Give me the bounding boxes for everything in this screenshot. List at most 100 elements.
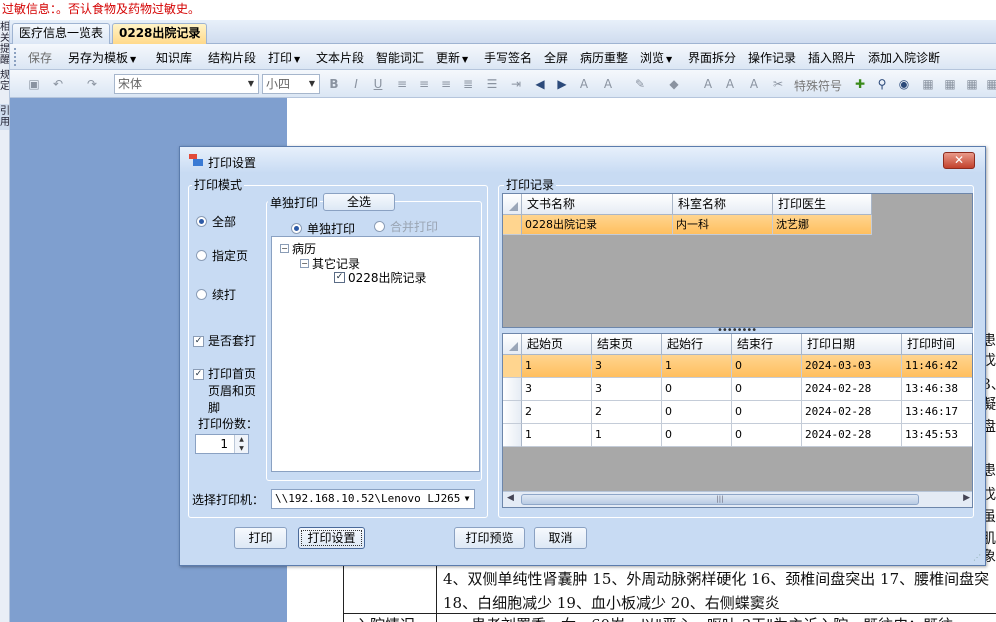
align-left-icon[interactable]: ≡ <box>394 76 410 92</box>
column-header[interactable]: 起始行 <box>662 334 732 355</box>
save-icon[interactable]: ▣ <box>26 76 42 92</box>
binoculars-icon[interactable]: ◉ <box>896 76 912 92</box>
column-header[interactable]: 起始页 <box>522 334 592 355</box>
table-cell[interactable]: 0 <box>662 424 732 447</box>
menu-structure-fragment[interactable]: 结构片段 <box>208 49 256 66</box>
menu-insert-photo[interactable]: 插入照片 <box>808 49 856 66</box>
table-cell[interactable]: 0 <box>732 378 802 401</box>
select-all-button[interactable]: 全选 <box>323 193 395 211</box>
radio-single-print[interactable]: 单独打印 <box>291 220 355 237</box>
table-cell[interactable]: 3 <box>592 378 662 401</box>
font-name-select[interactable]: 宋体 ▼ <box>114 74 259 94</box>
print-preview-button[interactable]: 打印预览 <box>454 527 525 549</box>
dialog-title-bar[interactable]: 打印设置 ✕ <box>180 147 985 173</box>
table-cell[interactable]: 内一科 <box>673 215 773 235</box>
menu-operation-log[interactable]: 操作记录 <box>748 49 796 66</box>
menu-browse[interactable]: 浏览 ▼ <box>640 49 672 66</box>
underline-icon[interactable]: U <box>370 76 386 92</box>
font-color-icon[interactable]: A <box>576 76 592 92</box>
table-cell[interactable]: 13:46:17 <box>902 401 972 424</box>
tree-node-discharge-record[interactable]: ✓ 0228出院记录 <box>334 269 427 286</box>
undo-icon[interactable]: ↶ <box>50 76 66 92</box>
table-cell[interactable]: 13:46:38 <box>902 378 972 401</box>
subscript-icon[interactable]: A <box>746 76 762 92</box>
row-header[interactable] <box>503 355 522 378</box>
column-header[interactable]: 结束页 <box>592 334 662 355</box>
menu-save-as-template[interactable]: 另存为模板 ▼ <box>68 49 136 66</box>
radio-continue-print[interactable]: 续打 <box>196 286 236 303</box>
indent-icon[interactable]: ⇥ <box>508 76 524 92</box>
close-button[interactable]: ✕ <box>943 152 975 169</box>
collapse-icon[interactable]: − <box>300 259 309 268</box>
horizontal-scrollbar[interactable]: ◀ ||| ▶ <box>503 491 972 507</box>
menu-record-reorganize[interactable]: 病历重整 <box>580 49 628 66</box>
scrollbar-thumb[interactable]: ||| <box>521 494 919 505</box>
indent-decrease-icon[interactable]: ◀ <box>532 76 548 92</box>
align-right-icon[interactable]: ≡ <box>438 76 454 92</box>
record-tree[interactable]: − 病历 − 其它记录 ✓ 0228出院记录 <box>271 236 480 472</box>
table-cell[interactable]: 0228出院记录 <box>522 215 673 235</box>
overlay-print-checkbox[interactable]: ✓ 是否套打 <box>193 333 256 350</box>
table-cell[interactable]: 2024-02-28 <box>802 424 902 447</box>
copies-stepper[interactable]: 1 ▲ ▼ <box>195 434 249 454</box>
menu-handwritten-signature[interactable]: 手写签名 <box>484 49 532 66</box>
radio-specified-pages[interactable]: 指定页 <box>196 247 248 264</box>
menu-print[interactable]: 打印 ▼ <box>268 49 300 66</box>
table-cell[interactable]: 沈艺娜 <box>773 215 872 235</box>
menu-save[interactable]: 保存 <box>28 49 52 66</box>
table-insert-icon[interactable]: ▦ <box>920 76 936 92</box>
table-cell[interactable]: 13:45:53 <box>902 424 972 447</box>
spin-arrows-icon[interactable]: ▲ ▼ <box>234 435 248 453</box>
scroll-right-icon[interactable]: ▶ <box>963 493 970 503</box>
special-symbol-button[interactable]: 特殊符号 <box>794 77 842 94</box>
column-header[interactable]: 打印时间 <box>902 334 972 355</box>
cancel-button[interactable]: 取消 <box>534 527 587 549</box>
grid-corner[interactable] <box>503 334 522 355</box>
column-header[interactable]: 打印医生 <box>773 194 872 215</box>
table-cell[interactable]: 3 <box>592 355 662 378</box>
superscript-icon[interactable]: A <box>722 76 738 92</box>
table-cell[interactable]: 2024-02-28 <box>802 378 902 401</box>
redo-icon[interactable]: ↷ <box>84 76 100 92</box>
column-header[interactable]: 结束行 <box>732 334 802 355</box>
table-merge-icon[interactable]: ▦ <box>964 76 980 92</box>
table-delete-icon[interactable]: ▦ <box>942 76 958 92</box>
clear-format-icon[interactable]: A <box>700 76 716 92</box>
row-header[interactable] <box>503 401 522 424</box>
table-cell[interactable]: 2 <box>592 401 662 424</box>
table-cell[interactable]: 1 <box>662 355 732 378</box>
table-cell[interactable]: 0 <box>662 378 732 401</box>
table-cell[interactable]: 1 <box>522 355 592 378</box>
print-records-grid[interactable]: 文书名称 科室名称 打印医生 0228出院记录 内一科 沈艺娜 <box>502 193 973 328</box>
new-icon[interactable]: ✚ <box>852 76 868 92</box>
side-tab-reference[interactable]: 引用 <box>0 104 9 130</box>
table-cell[interactable]: 11:46:42 <box>902 355 972 378</box>
menu-update[interactable]: 更新 ▼ <box>436 49 468 66</box>
table-cell[interactable]: 0 <box>732 401 802 424</box>
print-button[interactable]: 打印 <box>234 527 287 549</box>
menu-text-fragment[interactable]: 文本片段 <box>316 49 364 66</box>
side-tab-reminders[interactable]: 相关提醒 <box>0 20 9 68</box>
table-cell[interactable]: 0 <box>732 355 802 378</box>
italic-icon[interactable]: I <box>348 76 364 92</box>
tab-discharge-record[interactable]: 0228出院记录 <box>112 23 208 44</box>
menubar-grip[interactable] <box>14 48 17 66</box>
row-header[interactable] <box>503 378 522 401</box>
radio-all-pages[interactable]: 全部 <box>196 213 236 230</box>
row-header[interactable] <box>503 215 522 235</box>
scroll-left-icon[interactable]: ◀ <box>507 493 514 503</box>
table-cell[interactable]: 1 <box>522 424 592 447</box>
find-icon[interactable]: ⚲ <box>874 76 890 92</box>
table-split-icon[interactable]: ▦ <box>984 76 996 92</box>
table-cell[interactable]: 0 <box>732 424 802 447</box>
list-icon[interactable]: ☰ <box>484 76 500 92</box>
indent-increase-icon[interactable]: ▶ <box>554 76 570 92</box>
side-tab-rules[interactable]: 规定 <box>0 68 9 94</box>
print-settings-button[interactable]: 打印设置 <box>298 527 365 549</box>
fill-color-icon[interactable]: ◆ <box>666 76 682 92</box>
table-cell[interactable]: 2024-03-03 <box>802 355 902 378</box>
table-cell[interactable]: 2024-02-28 <box>802 401 902 424</box>
justify-icon[interactable]: ≣ <box>460 76 476 92</box>
radio-merge-print[interactable]: 合并打印 <box>374 218 438 235</box>
align-center-icon[interactable]: ≡ <box>416 76 432 92</box>
